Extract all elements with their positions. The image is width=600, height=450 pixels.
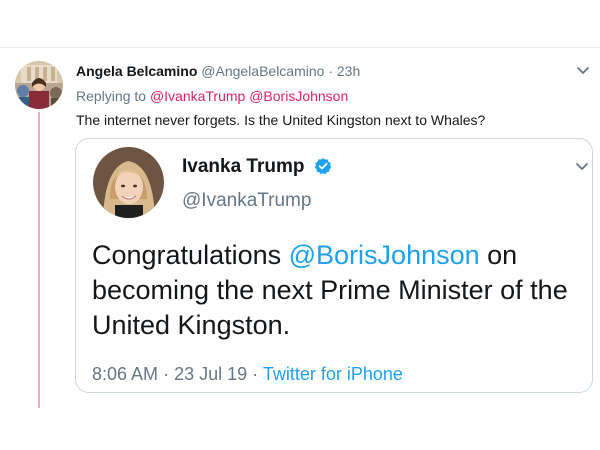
quoted-author-name-text: Ivanka Trump	[182, 156, 305, 177]
quoted-time[interactable]: 8:06 AM	[92, 364, 158, 384]
separator-dot: ·	[328, 63, 333, 79]
tweet-text: The internet never forgets. Is the Unite…	[76, 112, 486, 128]
chevron-down-icon[interactable]	[575, 160, 589, 174]
quoted-text-before: Congratulations	[92, 240, 289, 270]
tweet-header: Angela Belcamino @AngelaBelcamino · 23h	[76, 62, 546, 80]
divider	[0, 47, 600, 48]
quoted-avatar-photo	[93, 147, 164, 218]
quoted-separator: ·	[163, 364, 170, 384]
replying-to-mention[interactable]: @BorisJohnson	[249, 88, 348, 104]
quoted-tweet-text: Congratulations @BorisJohnson on becomin…	[92, 238, 587, 343]
reply-thread-line	[38, 112, 40, 408]
quoted-date[interactable]: 23 Jul 19	[174, 364, 247, 384]
author-handle[interactable]: @AngelaBelcamino	[201, 63, 324, 79]
quoted-source[interactable]: Twitter for iPhone	[263, 364, 403, 384]
quoted-author-name[interactable]: Ivanka Trump	[182, 155, 332, 179]
author-name[interactable]: Angela Belcamino	[76, 63, 197, 79]
tweet-time[interactable]: 23h	[337, 63, 360, 79]
chevron-down-icon[interactable]	[576, 64, 590, 78]
quoted-text-mention[interactable]: @BorisJohnson	[289, 240, 480, 270]
replying-to: Replying to @IvankaTrump @BorisJohnson	[76, 87, 348, 105]
tweet-page: Angela Belcamino @AngelaBelcamino · 23h …	[0, 0, 600, 450]
quoted-avatar[interactable]	[93, 147, 164, 218]
replying-to-mention[interactable]: @IvankaTrump	[150, 88, 245, 104]
quoted-separator: ·	[252, 364, 259, 384]
quoted-author-handle[interactable]: @IvankaTrump	[182, 189, 311, 213]
verified-badge-icon	[314, 157, 332, 175]
avatar[interactable]	[15, 61, 63, 109]
quoted-tweet-card[interactable]: Ivanka Trump @IvankaTrump Congratulation…	[75, 138, 593, 393]
replying-to-label: Replying to	[76, 88, 147, 104]
avatar-photo	[15, 61, 63, 109]
quoted-tweet-meta: 8:06 AM · 23 Jul 19 · Twitter for iPhone	[92, 363, 403, 385]
